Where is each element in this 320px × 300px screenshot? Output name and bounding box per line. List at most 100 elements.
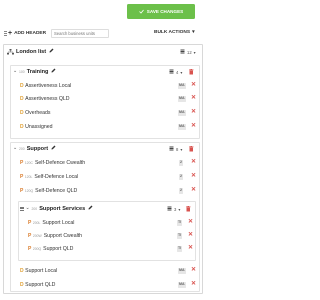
item-badge: 2 [179, 160, 183, 166]
training-count: 4 [176, 70, 179, 75]
item-badge: TI [177, 246, 183, 252]
item-code: 200Q [32, 246, 42, 251]
support-count: 8 [176, 147, 179, 152]
item-code: 120L [24, 174, 33, 179]
list-item[interactable]: D Overheads [20, 108, 51, 117]
item-label: Unassigned [25, 123, 53, 130]
chevron-down-icon[interactable]: ⌄ [13, 69, 17, 74]
item-code: 200W [32, 233, 42, 238]
list-item[interactable]: P 120Q Self-Defence QLD [20, 186, 77, 195]
delete-trash-icon[interactable] [189, 69, 194, 75]
plus-icon: + [8, 30, 13, 37]
edit-pencil-icon[interactable] [88, 205, 93, 212]
list-item[interactable]: D Support QLD [20, 280, 55, 289]
chevron-down-icon[interactable]: ⌄ [13, 146, 17, 151]
position-prefix: P [28, 245, 32, 252]
item-label: Self-Defence QLD [35, 187, 78, 194]
edit-pencil-icon[interactable] [49, 48, 54, 55]
remove-x-icon[interactable]: ✕ [191, 81, 196, 90]
remove-x-icon[interactable]: ✕ [188, 231, 193, 240]
remove-x-icon[interactable]: ✕ [191, 266, 196, 275]
support-services-header-row[interactable]: ⌄ 200 Support Services [20, 204, 93, 213]
support-header-row[interactable]: ⌄ 200 Support [13, 144, 56, 153]
edit-pencil-icon[interactable] [51, 145, 56, 152]
chevron-down-icon: ▾ [193, 50, 196, 55]
checkmark-icon [138, 9, 144, 14]
item-badge: MA [178, 282, 186, 288]
list-item[interactable]: D Assertiveness QLD [20, 94, 70, 103]
training-code: 100 [19, 69, 25, 74]
item-badge: MA [178, 83, 186, 89]
remove-x-icon[interactable]: ✕ [191, 108, 196, 117]
chevron-down-icon: ▾ [192, 30, 195, 35]
item-badge: TI [177, 220, 183, 226]
training-title: Training [26, 68, 49, 75]
item-code: 120Q [24, 188, 34, 193]
item-badge: MA [178, 268, 186, 274]
item-badge: 2 [179, 188, 183, 194]
item-badge: MA [178, 96, 186, 102]
remove-x-icon[interactable]: ✕ [191, 122, 196, 131]
remove-x-icon[interactable]: ✕ [191, 158, 196, 167]
remove-x-icon[interactable]: ✕ [191, 94, 196, 103]
list-item[interactable]: P 200W Support Cwealth [28, 231, 82, 240]
list-item[interactable]: D Assertiveness Local [20, 81, 71, 90]
training-count-control[interactable]: 4 ▾ [169, 69, 182, 76]
delete-trash-icon[interactable] [189, 146, 194, 152]
toolbar: + ADD HEADER BULK ACTIONS ▾ [0, 28, 209, 40]
remove-x-icon[interactable]: ✕ [188, 244, 193, 253]
stack-icon [169, 69, 174, 76]
remove-x-icon[interactable]: ✕ [191, 172, 196, 181]
add-header-button[interactable]: + ADD HEADER [8, 30, 46, 37]
support-title: Support [26, 145, 49, 152]
item-label: Support QLD [25, 281, 56, 288]
folder-prefix: D [20, 123, 24, 130]
position-prefix: P [20, 159, 24, 166]
root-title: London list [16, 48, 47, 55]
drag-handle-icon[interactable] [4, 31, 7, 37]
position-prefix: P [28, 219, 32, 226]
support-services-title: Support Services [39, 205, 86, 212]
item-label: Assertiveness QLD [25, 95, 70, 102]
chevron-down-icon: ▾ [178, 207, 181, 212]
chevron-down-icon: ▾ [180, 70, 183, 75]
search-input[interactable] [51, 29, 109, 38]
training-header-row[interactable]: ⌄ 100 Training [13, 67, 56, 76]
drag-handle-icon[interactable] [20, 206, 24, 211]
remove-x-icon[interactable]: ✕ [191, 186, 196, 195]
root-count-control[interactable]: 12 ▾ [180, 49, 196, 56]
remove-x-icon[interactable]: ✕ [188, 218, 193, 227]
list-item[interactable]: P 120C Self-Defence Cwealth [20, 158, 85, 167]
list-item[interactable]: P 200Q Support QLD [28, 244, 73, 253]
position-prefix: P [28, 232, 32, 239]
delete-trash-icon[interactable] [186, 206, 191, 212]
folder-prefix: D [20, 95, 24, 102]
tree-panel: London list 12 ▾ ⌄ 100 Training 4 ▾ D As… [3, 44, 203, 294]
item-label: Support Local [25, 267, 58, 274]
save-changes-label: SAVE CHANGES [146, 9, 184, 14]
item-label: Self-Defence Cwealth [34, 159, 86, 166]
chevron-down-icon[interactable]: ⌄ [26, 206, 30, 211]
stack-icon [169, 146, 174, 153]
position-prefix: P [20, 173, 24, 180]
bulk-actions-dropdown[interactable]: BULK ACTIONS ▾ [154, 30, 195, 35]
hierarchy-icon [7, 48, 14, 54]
item-label: Self-Defence Local [34, 173, 79, 180]
list-item[interactable]: D Unassigned [20, 122, 53, 131]
support-count-control[interactable]: 8 ▾ [169, 146, 182, 153]
support-services-code: 200 [31, 206, 38, 211]
item-label: Assertiveness Local [25, 82, 72, 89]
support-services-count: 3 [174, 207, 177, 212]
list-item[interactable]: D Support Local [20, 266, 57, 275]
save-changes-button[interactable]: SAVE CHANGES [127, 4, 195, 19]
list-item[interactable]: P 200L Support Local [28, 218, 74, 227]
edit-pencil-icon[interactable] [51, 68, 56, 75]
root-row[interactable]: London list [7, 47, 54, 56]
remove-x-icon[interactable]: ✕ [191, 280, 196, 289]
item-label: Support Cwealth [43, 232, 83, 239]
support-code: 200 [19, 146, 25, 151]
item-label: Overheads [25, 109, 51, 116]
support-services-count-control[interactable]: 3 ▾ [167, 206, 180, 213]
list-item[interactable]: P 120L Self-Defence Local [20, 172, 78, 181]
chevron-down-icon: ▾ [180, 147, 183, 152]
